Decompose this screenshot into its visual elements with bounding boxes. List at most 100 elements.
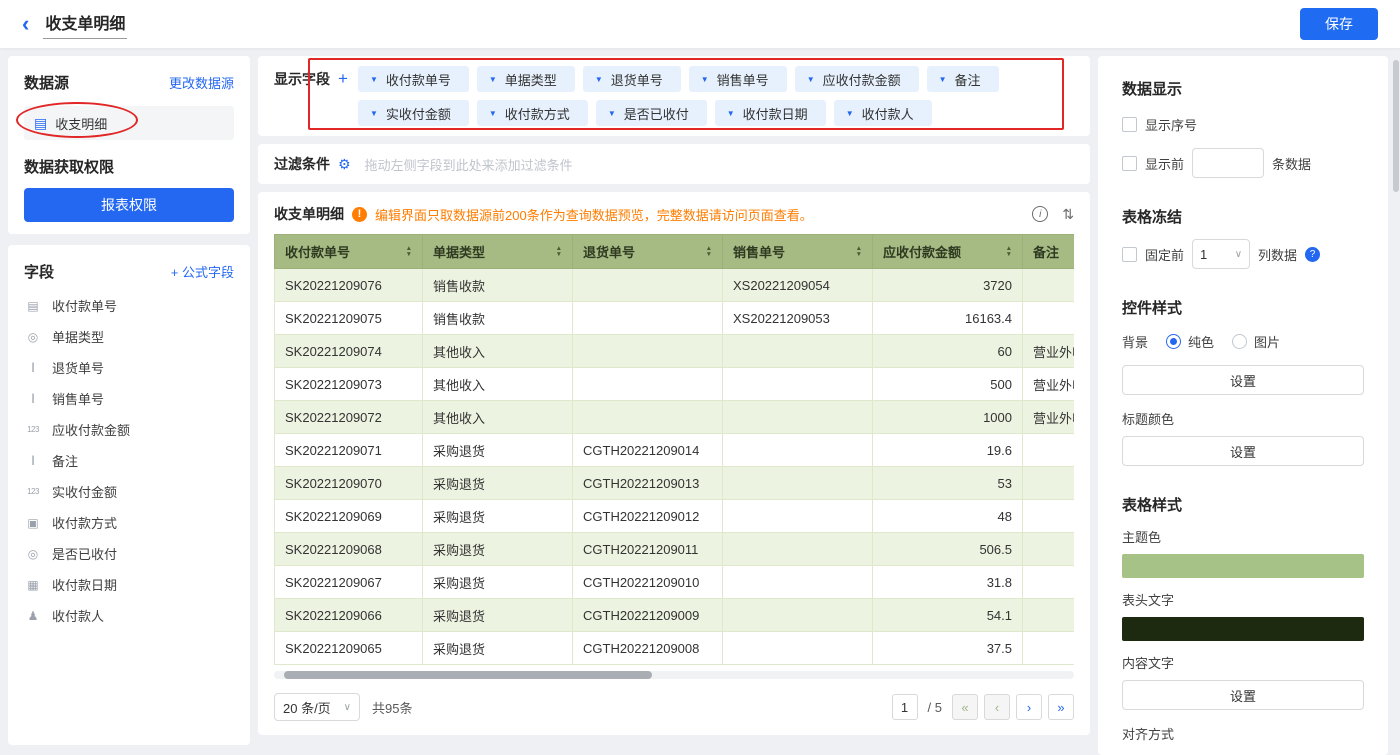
next-page-button[interactable]: ›: [1016, 694, 1042, 720]
column-header[interactable]: 退货单号▲▼: [573, 235, 723, 269]
content-text-settings-button[interactable]: 设置: [1122, 680, 1364, 710]
display-field-chip[interactable]: ▼收付款人: [834, 100, 932, 126]
number-icon: 123: [24, 487, 42, 496]
field-label: 单据类型: [52, 327, 104, 346]
column-header[interactable]: 销售单号▲▼: [723, 235, 873, 269]
field-item[interactable]: 123应收付款金额: [24, 414, 234, 445]
field-item[interactable]: ▣收付款方式: [24, 507, 234, 538]
field-item[interactable]: ◎单据类型: [24, 321, 234, 352]
table-cell: XS20221209054: [723, 269, 873, 302]
display-field-chip[interactable]: ▼销售单号: [689, 66, 787, 92]
display-field-chip[interactable]: ▼收付款方式: [477, 100, 588, 126]
display-field-chip[interactable]: ▼备注: [927, 66, 999, 92]
table-row[interactable]: SK20221209075销售收款XS2022120905316163.4: [275, 302, 1075, 335]
title-color-settings-button[interactable]: 设置: [1122, 436, 1364, 466]
table-row[interactable]: SK20221209070采购退货CGTH2022120901353: [275, 467, 1075, 500]
display-field-chip[interactable]: ▼是否已收付: [596, 100, 707, 126]
prev-page-button[interactable]: ‹: [984, 694, 1010, 720]
vertical-scrollbar[interactable]: [1393, 56, 1399, 755]
field-item[interactable]: Ⅰ销售单号: [24, 383, 234, 414]
field-item[interactable]: ▤收付款单号: [24, 290, 234, 321]
table-cell: CGTH20221209010: [573, 566, 723, 599]
first-page-button[interactable]: «: [952, 694, 978, 720]
current-page-input[interactable]: 1: [892, 694, 918, 720]
table-row[interactable]: SK20221209071采购退货CGTH2022120901419.6: [275, 434, 1075, 467]
column-sort-icon[interactable]: ▲▼: [706, 246, 712, 257]
horizontal-scrollbar[interactable]: [274, 671, 1074, 679]
column-sort-icon[interactable]: ▲▼: [1006, 246, 1012, 257]
column-sort-icon[interactable]: ▲▼: [856, 246, 862, 257]
data-table: 收付款单号▲▼单据类型▲▼退货单号▲▼销售单号▲▼应收付款金额▲▼备注▲▼SK2…: [274, 234, 1074, 665]
gear-icon[interactable]: ⚙: [338, 156, 351, 173]
table-cell: [1023, 269, 1075, 302]
chip-label: 收付款单号: [386, 70, 451, 89]
freeze-label: 固定前: [1145, 245, 1184, 264]
field-label: 退货单号: [52, 358, 104, 377]
solid-color-radio[interactable]: [1166, 334, 1181, 349]
column-header[interactable]: 备注▲▼: [1023, 235, 1075, 269]
show-first-checkbox[interactable]: [1122, 156, 1137, 171]
theme-color-swatch[interactable]: [1122, 554, 1364, 578]
last-page-button[interactable]: »: [1048, 694, 1074, 720]
column-header[interactable]: 收付款单号▲▼: [275, 235, 423, 269]
field-item[interactable]: 123实收付金额: [24, 476, 234, 507]
show-index-checkbox[interactable]: [1122, 117, 1137, 132]
header-text-color-swatch[interactable]: [1122, 617, 1364, 641]
image-radio[interactable]: [1232, 334, 1247, 349]
page-size-select[interactable]: 20 条/页 ∨: [274, 693, 360, 721]
table-row[interactable]: SK20221209069采购退货CGTH2022120901248: [275, 500, 1075, 533]
table-row[interactable]: SK20221209073其他收入500营业外收: [275, 368, 1075, 401]
report-permission-button[interactable]: 报表权限: [24, 188, 234, 222]
table-cell: [1023, 302, 1075, 335]
hscroll-thumb[interactable]: [284, 671, 652, 679]
field-item[interactable]: ◎是否已收付: [24, 538, 234, 569]
display-field-chip[interactable]: ▼实收付金额: [358, 100, 469, 126]
table-row[interactable]: SK20221209068采购退货CGTH20221209011506.5: [275, 533, 1075, 566]
freeze-checkbox[interactable]: [1122, 247, 1137, 262]
field-item[interactable]: Ⅰ备注: [24, 445, 234, 476]
column-sort-icon[interactable]: ▲▼: [556, 246, 562, 257]
chip-label: 应收付款金额: [823, 70, 901, 89]
column-header[interactable]: 应收付款金额▲▼: [873, 235, 1023, 269]
text-icon: Ⅰ: [24, 453, 42, 469]
show-first-count-input[interactable]: [1192, 148, 1264, 178]
field-item[interactable]: ♟收付款人: [24, 600, 234, 631]
column-header[interactable]: 单据类型▲▼: [423, 235, 573, 269]
change-datasource-link[interactable]: 更改数据源: [169, 73, 234, 92]
field-item[interactable]: Ⅰ退货单号: [24, 352, 234, 383]
table-cell: SK20221209065: [275, 632, 423, 665]
datasource-item[interactable]: ▤ 收支明细: [24, 106, 234, 140]
table-row[interactable]: SK20221209066采购退货CGTH2022120900954.1: [275, 599, 1075, 632]
vscroll-thumb[interactable]: [1393, 60, 1399, 192]
table-row[interactable]: SK20221209076销售收款XS202212090543720: [275, 269, 1075, 302]
sort-order-icon[interactable]: ⇅: [1062, 206, 1074, 223]
top-bar: ‹ 收支单明细 保存: [0, 0, 1400, 48]
back-icon[interactable]: ‹: [22, 13, 29, 35]
help-icon[interactable]: ?: [1305, 247, 1320, 262]
table-cell: 19.6: [873, 434, 1023, 467]
table-row[interactable]: SK20221209067采购退货CGTH2022120901031.8: [275, 566, 1075, 599]
display-field-chip[interactable]: ▼退货单号: [583, 66, 681, 92]
display-field-chip[interactable]: ▼应收付款金额: [795, 66, 919, 92]
formula-field-link[interactable]: + 公式字段: [171, 262, 234, 281]
table-cell: [1023, 533, 1075, 566]
info-icon[interactable]: i: [1032, 206, 1048, 222]
column-sort-icon[interactable]: ▲▼: [406, 246, 412, 257]
freeze-count-select[interactable]: 1 ∨: [1192, 239, 1250, 269]
save-button[interactable]: 保存: [1300, 8, 1378, 40]
table-cell: CGTH20221209012: [573, 500, 723, 533]
display-field-chip[interactable]: ▼单据类型: [477, 66, 575, 92]
chevron-down-icon: ∨: [1235, 249, 1242, 260]
table-scroll-area[interactable]: 收付款单号▲▼单据类型▲▼退货单号▲▼销售单号▲▼应收付款金额▲▼备注▲▼SK2…: [274, 234, 1074, 665]
background-settings-button[interactable]: 设置: [1122, 365, 1364, 395]
text-icon: Ⅰ: [24, 391, 42, 407]
display-field-chip[interactable]: ▼收付款单号: [358, 66, 469, 92]
table-row[interactable]: SK20221209065采购退货CGTH2022120900837.5: [275, 632, 1075, 665]
table-row[interactable]: SK20221209072其他收入1000营业外收: [275, 401, 1075, 434]
align-label: 对齐方式: [1122, 724, 1364, 743]
field-label: 是否已收付: [52, 544, 117, 563]
display-field-chip[interactable]: ▼收付款日期: [715, 100, 826, 126]
table-row[interactable]: SK20221209074其他收入60营业外收: [275, 335, 1075, 368]
field-item[interactable]: ▦收付款日期: [24, 569, 234, 600]
add-display-field-button[interactable]: +: [338, 66, 348, 92]
